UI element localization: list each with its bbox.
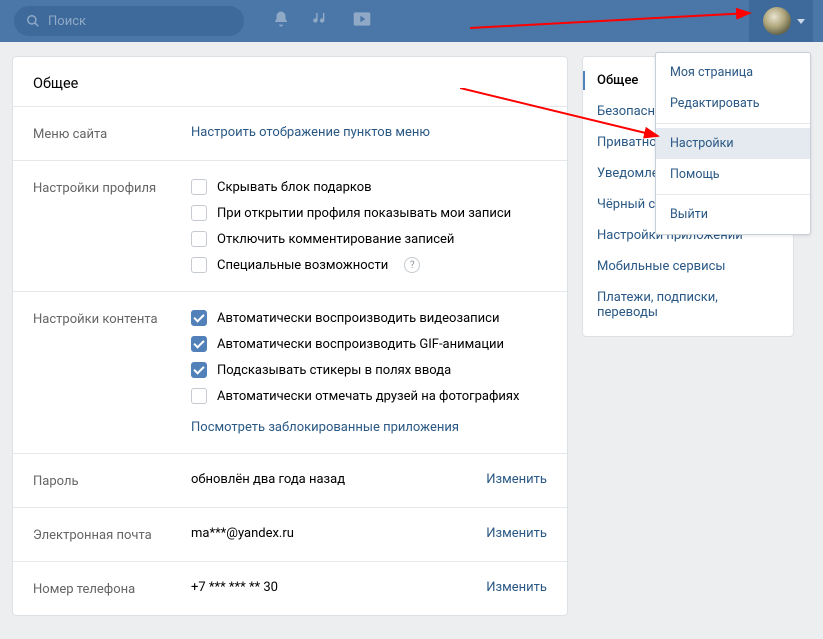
section-profile: Настройки профиля Скрывать блок подарков… bbox=[13, 161, 567, 292]
notifications-icon[interactable] bbox=[272, 10, 290, 32]
password-change-link[interactable]: Изменить bbox=[486, 472, 547, 487]
search-placeholder: Поиск bbox=[48, 14, 86, 29]
settings-main-card: Общее Меню сайта Настроить отображение п… bbox=[12, 56, 568, 616]
email-change-link[interactable]: Изменить bbox=[486, 526, 547, 541]
section-password: Пароль обновлён два года назад Изменить bbox=[13, 454, 567, 508]
checkbox-auto-video[interactable] bbox=[191, 310, 207, 326]
search-icon bbox=[26, 14, 40, 28]
dropdown-settings[interactable]: Настройки bbox=[656, 128, 810, 159]
sidebar-item-mobile[interactable]: Мобильные сервисы bbox=[583, 251, 793, 282]
help-icon[interactable]: ? bbox=[404, 257, 420, 273]
profile-dropdown: Моя страница Редактировать Настройки Пом… bbox=[655, 52, 811, 235]
avatar bbox=[763, 7, 791, 35]
dropdown-logout[interactable]: Выйти bbox=[656, 199, 810, 230]
section-label: Электронная почта bbox=[33, 526, 191, 543]
profile-menu-toggle[interactable] bbox=[749, 0, 813, 42]
checkbox-show-my-posts[interactable] bbox=[191, 205, 207, 221]
dropdown-divider bbox=[656, 123, 810, 124]
section-content: Настройки контента Автоматически воспрои… bbox=[13, 292, 567, 454]
section-label: Номер телефона bbox=[33, 580, 191, 597]
checkbox-label: Скрывать блок подарков bbox=[217, 180, 372, 195]
music-icon[interactable] bbox=[312, 10, 330, 32]
menu-configure-link[interactable]: Настроить отображение пунктов меню bbox=[191, 125, 430, 140]
checkbox-label: Автоматически воспроизводить видеозаписи bbox=[217, 311, 499, 326]
dropdown-help[interactable]: Помощь bbox=[656, 159, 810, 190]
page-title: Общее bbox=[13, 57, 567, 107]
section-email: Электронная почта ma***@yandex.ru Измени… bbox=[13, 508, 567, 562]
phone-change-link[interactable]: Изменить bbox=[486, 580, 547, 595]
checkbox-label: Подсказывать стикеры в полях ввода bbox=[217, 363, 451, 378]
section-phone: Номер телефона +7 *** *** ** 30 Изменить bbox=[13, 562, 567, 615]
checkbox-label: Автоматически отмечать друзей на фотогра… bbox=[217, 389, 519, 404]
checkbox-label: При открытии профиля показывать мои запи… bbox=[217, 206, 511, 221]
email-value: ma***@yandex.ru bbox=[191, 526, 294, 541]
search-input[interactable]: Поиск bbox=[14, 6, 244, 36]
blocked-apps-link[interactable]: Посмотреть заблокированные приложения bbox=[191, 420, 547, 435]
checkbox-label: Отключить комментирование записей bbox=[217, 232, 454, 247]
phone-value: +7 *** *** ** 30 bbox=[191, 580, 278, 595]
dropdown-edit[interactable]: Редактировать bbox=[656, 88, 810, 119]
sidebar-item-payments[interactable]: Платежи, подписки, переводы bbox=[583, 282, 793, 328]
section-menu: Меню сайта Настроить отображение пунктов… bbox=[13, 107, 567, 161]
checkbox-label: Автоматически воспроизводить GIF-анимаци… bbox=[217, 337, 504, 352]
section-label: Настройки контента bbox=[33, 310, 191, 435]
checkbox-label: Специальные возможности bbox=[217, 258, 388, 273]
checkbox-accessibility[interactable] bbox=[191, 257, 207, 273]
section-label: Меню сайта bbox=[33, 125, 191, 142]
top-bar: Поиск bbox=[0, 0, 823, 42]
checkbox-hide-gifts[interactable] bbox=[191, 179, 207, 195]
checkbox-auto-gif[interactable] bbox=[191, 336, 207, 352]
checkbox-stickers-hint[interactable] bbox=[191, 362, 207, 378]
dropdown-divider bbox=[656, 194, 810, 195]
video-icon[interactable] bbox=[352, 10, 372, 32]
password-value: обновлён два года назад bbox=[191, 472, 345, 487]
section-label: Пароль bbox=[33, 472, 191, 489]
dropdown-my-page[interactable]: Моя страница bbox=[656, 57, 810, 88]
section-label: Настройки профиля bbox=[33, 179, 191, 273]
checkbox-disable-comments[interactable] bbox=[191, 231, 207, 247]
chevron-down-icon bbox=[797, 19, 805, 24]
checkbox-auto-tag[interactable] bbox=[191, 388, 207, 404]
top-icons bbox=[272, 10, 372, 32]
